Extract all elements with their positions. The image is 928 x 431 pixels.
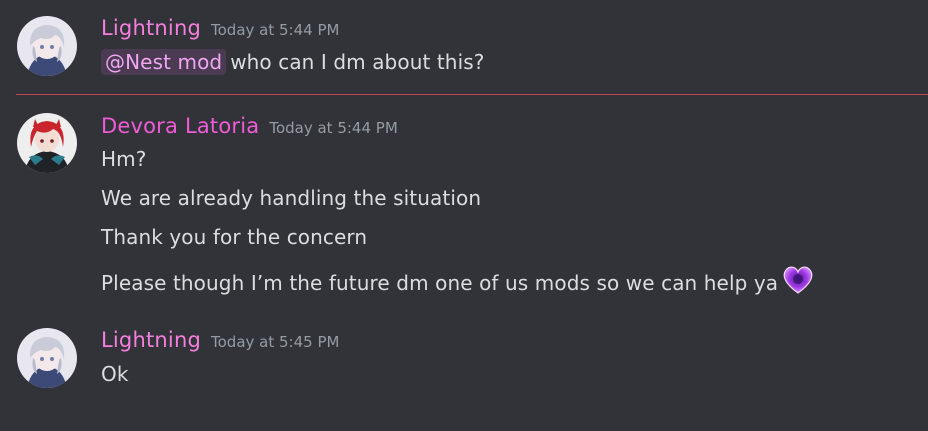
message-text: Please though I’m the future dm one of u… bbox=[101, 271, 779, 295]
username[interactable]: Devora Latoria bbox=[101, 114, 259, 138]
username[interactable]: Lightning bbox=[101, 328, 201, 352]
message-line: Please though I’m the future dm one of u… bbox=[101, 264, 816, 305]
silver-haired-anime-avatar-icon bbox=[17, 328, 77, 388]
message-line: @Nest mod who can I dm about this? bbox=[101, 49, 485, 75]
message-header: Lightning Today at 5:44 PM bbox=[101, 16, 339, 40]
silver-haired-anime-avatar-icon bbox=[17, 16, 77, 76]
message-line: Hm? bbox=[101, 147, 147, 171]
user-mention[interactable]: @Nest mod bbox=[101, 49, 227, 75]
avatar[interactable] bbox=[17, 16, 77, 76]
avatar[interactable] bbox=[17, 328, 77, 388]
message-line: Thank you for the concern bbox=[101, 225, 368, 249]
message-header: Lightning Today at 5:45 PM bbox=[101, 328, 339, 352]
message-header: Devora Latoria Today at 5:44 PM bbox=[101, 114, 398, 138]
purple-heart-emoji-icon[interactable] bbox=[780, 261, 816, 302]
message-line: Ok bbox=[101, 362, 129, 386]
message-line: We are already handling the situation bbox=[101, 186, 482, 210]
avatar[interactable] bbox=[17, 113, 77, 173]
timestamp[interactable]: Today at 5:44 PM bbox=[269, 119, 397, 137]
username[interactable]: Lightning bbox=[101, 16, 201, 40]
timestamp[interactable]: Today at 5:44 PM bbox=[211, 21, 339, 39]
message-text: who can I dm about this? bbox=[230, 50, 485, 74]
red-haired-anime-avatar-icon bbox=[17, 113, 77, 173]
timestamp[interactable]: Today at 5:45 PM bbox=[211, 333, 339, 351]
new-messages-divider bbox=[16, 94, 928, 95]
